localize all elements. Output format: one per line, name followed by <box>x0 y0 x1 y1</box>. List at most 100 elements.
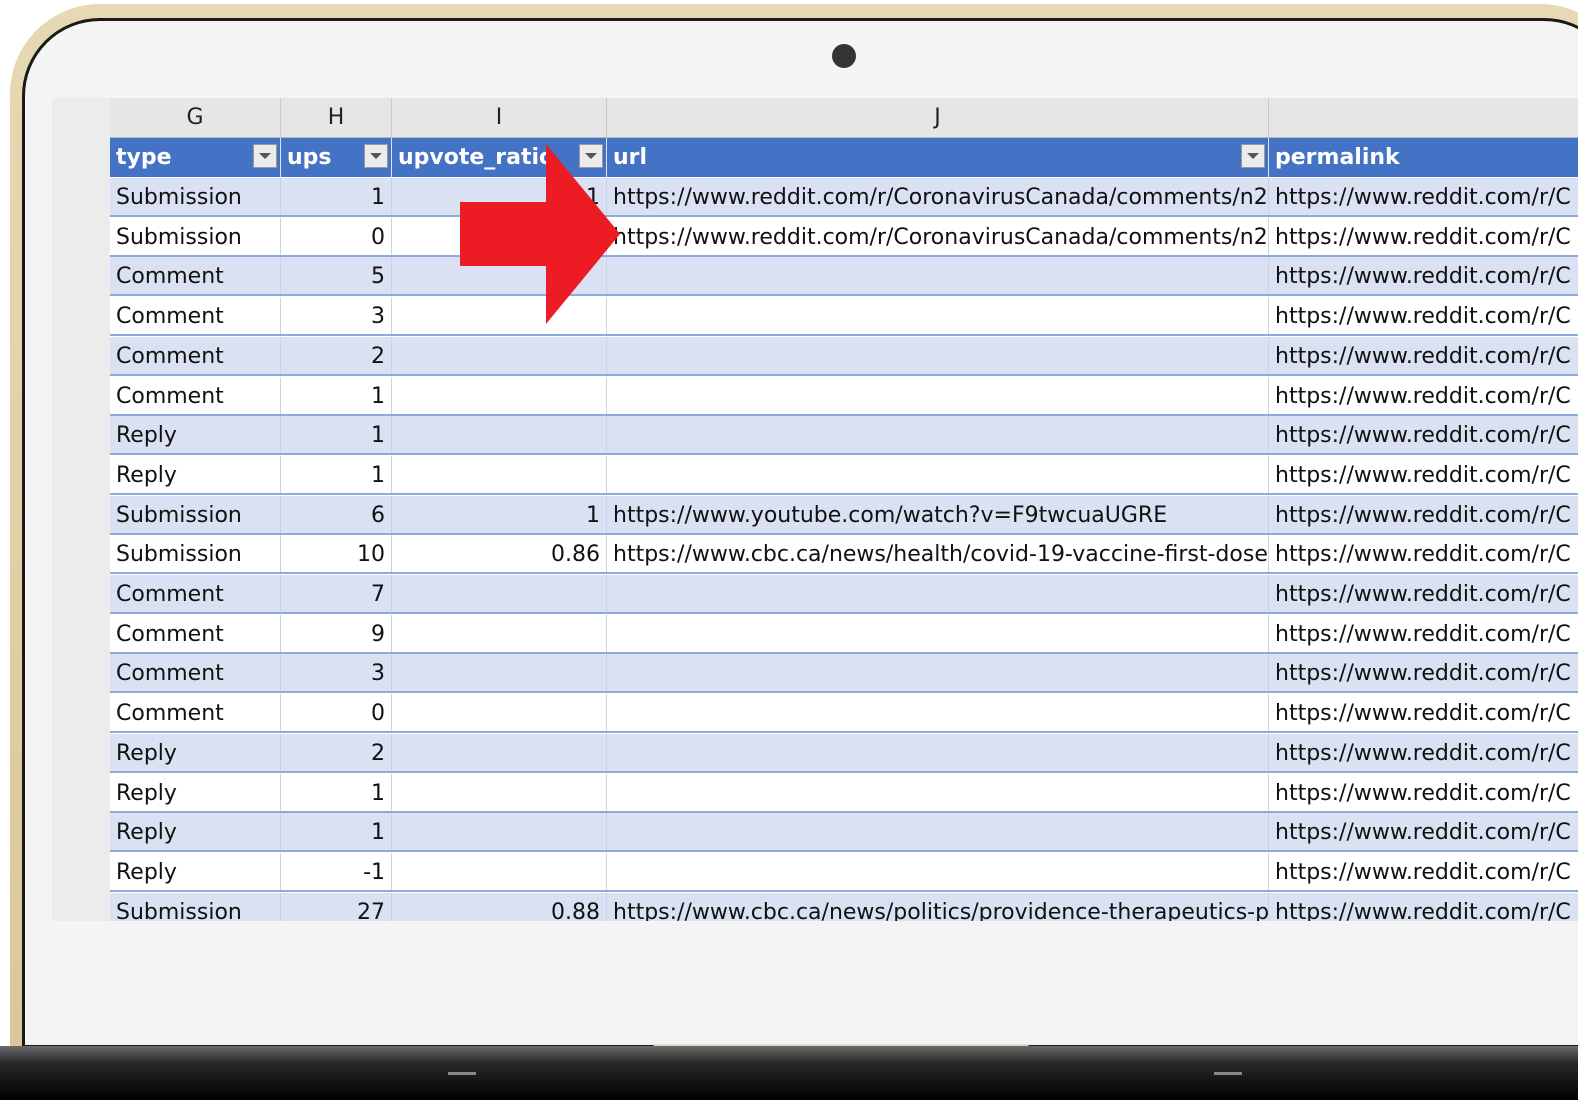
cell-upvote-ratio[interactable] <box>392 455 607 493</box>
cell-type[interactable]: Comment <box>110 575 281 612</box>
cell-ups[interactable]: 9 <box>281 614 392 652</box>
cell-upvote-ratio[interactable] <box>392 773 607 811</box>
column-letter-h[interactable]: H <box>281 98 392 137</box>
column-letter-j[interactable]: J <box>607 98 1269 137</box>
cell-url[interactable]: https://www.youtube.com/watch?v=F9twcuaU… <box>607 495 1269 533</box>
cell-type[interactable]: Reply <box>110 773 281 811</box>
cell-url[interactable]: https://www.cbc.ca/news/health/covid-19-… <box>607 535 1269 573</box>
cell-type[interactable]: Comment <box>110 654 281 692</box>
cell-ups[interactable]: 7 <box>281 575 392 612</box>
cell-url[interactable] <box>607 257 1269 295</box>
cell-url[interactable] <box>607 852 1269 890</box>
column-letter-i[interactable]: I <box>392 98 607 137</box>
filter-dropdown-icon[interactable] <box>1241 144 1265 168</box>
cell-type[interactable]: Submission <box>110 495 281 533</box>
cell-url[interactable] <box>607 575 1269 612</box>
filter-dropdown-icon[interactable] <box>253 144 277 168</box>
cell-url[interactable] <box>607 773 1269 811</box>
cell-ups[interactable]: 1 <box>281 455 392 493</box>
cell-url[interactable] <box>607 733 1269 771</box>
cell-ups[interactable]: 3 <box>281 654 392 692</box>
cell-upvote-ratio[interactable] <box>392 336 607 374</box>
cell-upvote-ratio[interactable] <box>392 813 607 851</box>
cell-permalink[interactable]: https://www.reddit.com/r/C <box>1269 893 1578 921</box>
cell-upvote-ratio[interactable] <box>392 733 607 771</box>
cell-type[interactable]: Submission <box>110 892 281 921</box>
cell-url[interactable] <box>607 455 1269 493</box>
cell-ups[interactable]: 1 <box>281 178 392 215</box>
cell-type[interactable]: Submission <box>110 535 281 573</box>
cell-upvote-ratio[interactable]: 0.88 <box>392 892 607 921</box>
column-letter-g[interactable]: G <box>110 98 281 137</box>
cell-url[interactable] <box>607 416 1269 454</box>
cell-ups[interactable]: 2 <box>281 336 392 374</box>
cell-type[interactable]: Comment <box>110 614 281 652</box>
cell-permalink[interactable]: https://www.reddit.com/r/C <box>1269 694 1578 731</box>
cell-ups[interactable]: -1 <box>281 852 392 890</box>
cell-ups[interactable]: 1 <box>281 416 392 454</box>
cell-type[interactable]: Comment <box>110 376 281 414</box>
cell-url[interactable]: https://www.reddit.com/r/CoronavirusCana… <box>607 217 1269 255</box>
table-row: Submission 6 1 https://www.youtube.com/watc… <box>110 495 1578 535</box>
cell-url[interactable]: https://www.reddit.com/r/CoronavirusCana… <box>607 178 1269 215</box>
cell-url[interactable] <box>607 813 1269 851</box>
cell-ups[interactable]: 0 <box>281 694 392 732</box>
cell-permalink[interactable]: https://www.reddit.com/r/C <box>1269 297 1578 334</box>
cell-url[interactable] <box>607 654 1269 692</box>
cell-upvote-ratio[interactable] <box>392 852 607 890</box>
cell-type[interactable]: Comment <box>110 297 281 335</box>
cell-permalink[interactable]: https://www.reddit.com/r/C <box>1269 456 1578 493</box>
cell-ups[interactable]: 2 <box>281 733 392 771</box>
cell-ups[interactable]: 1 <box>281 813 392 851</box>
cell-url[interactable] <box>607 376 1269 414</box>
cell-permalink[interactable]: https://www.reddit.com/r/C <box>1269 377 1578 414</box>
cell-type[interactable]: Submission <box>110 217 281 255</box>
cell-permalink[interactable]: https://www.reddit.com/r/C <box>1269 774 1578 811</box>
cell-ups[interactable]: 0 <box>281 217 392 255</box>
cell-ups[interactable]: 10 <box>281 535 392 573</box>
cell-permalink[interactable]: https://www.reddit.com/r/C <box>1269 416 1578 453</box>
cell-ups[interactable]: 6 <box>281 495 392 533</box>
cell-upvote-ratio[interactable] <box>392 376 607 414</box>
cell-upvote-ratio[interactable] <box>392 575 607 612</box>
cell-upvote-ratio[interactable] <box>392 694 607 732</box>
cell-url[interactable] <box>607 336 1269 374</box>
cell-ups[interactable]: 3 <box>281 297 392 335</box>
cell-permalink[interactable]: https://www.reddit.com/r/C <box>1269 813 1578 850</box>
cell-permalink[interactable]: https://www.reddit.com/r/C <box>1269 218 1578 255</box>
cell-url[interactable] <box>607 614 1269 652</box>
cell-type[interactable]: Reply <box>110 813 281 851</box>
cell-permalink[interactable]: https://www.reddit.com/r/C <box>1269 178 1578 215</box>
cell-type[interactable]: Reply <box>110 733 281 771</box>
column-letter-k[interactable] <box>1269 98 1578 137</box>
cell-upvote-ratio[interactable]: 0.86 <box>392 535 607 573</box>
cell-permalink[interactable]: https://www.reddit.com/r/C <box>1269 853 1578 890</box>
cell-url[interactable] <box>607 694 1269 732</box>
cell-type[interactable]: Reply <box>110 852 281 890</box>
cell-ups[interactable]: 5 <box>281 257 392 295</box>
cell-upvote-ratio[interactable] <box>392 654 607 692</box>
cell-permalink[interactable]: https://www.reddit.com/r/C <box>1269 734 1578 771</box>
cell-permalink[interactable]: https://www.reddit.com/r/C <box>1269 575 1578 612</box>
cell-upvote-ratio[interactable] <box>392 416 607 454</box>
cell-type[interactable]: Comment <box>110 336 281 374</box>
cell-type[interactable]: Reply <box>110 416 281 454</box>
cell-permalink[interactable]: https://www.reddit.com/r/C <box>1269 535 1578 572</box>
cell-permalink[interactable]: https://www.reddit.com/r/C <box>1269 337 1578 374</box>
cell-ups[interactable]: 27 <box>281 892 392 921</box>
cell-upvote-ratio[interactable]: 1 <box>392 495 607 533</box>
cell-url[interactable]: https://www.cbc.ca/news/politics/provide… <box>607 892 1269 921</box>
cell-type[interactable]: Comment <box>110 257 281 295</box>
cell-ups[interactable]: 1 <box>281 376 392 414</box>
cell-permalink[interactable]: https://www.reddit.com/r/C <box>1269 615 1578 652</box>
cell-permalink[interactable]: https://www.reddit.com/r/C <box>1269 257 1578 294</box>
cell-upvote-ratio[interactable] <box>392 614 607 652</box>
cell-permalink[interactable]: https://www.reddit.com/r/C <box>1269 654 1578 691</box>
cell-type[interactable]: Comment <box>110 694 281 732</box>
cell-ups[interactable]: 1 <box>281 773 392 811</box>
cell-type[interactable]: Reply <box>110 455 281 493</box>
cell-type[interactable]: Submission <box>110 178 281 215</box>
cell-permalink[interactable]: https://www.reddit.com/r/C <box>1269 496 1578 533</box>
filter-dropdown-icon[interactable] <box>364 144 388 168</box>
cell-url[interactable] <box>607 297 1269 335</box>
